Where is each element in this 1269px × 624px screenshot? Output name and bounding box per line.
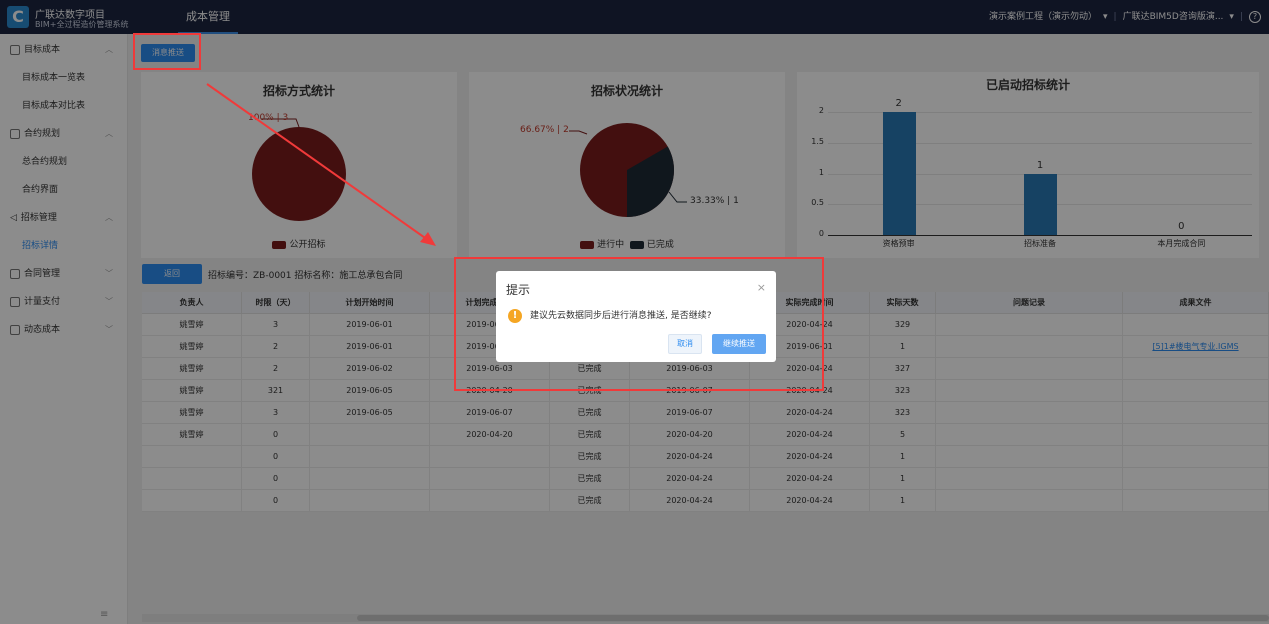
- annotation-highlight-push-button: [133, 33, 201, 70]
- cancel-button[interactable]: 取消: [668, 334, 702, 354]
- close-icon[interactable]: ×: [757, 281, 766, 294]
- dialog-message: 建议先云数据同步后进行消息推送, 是否继续?: [530, 311, 712, 321]
- app-root: C 广联达数字项目 BIM+全过程造价管理系统 成本管理 演示案例工程（演示勿动…: [0, 0, 1269, 624]
- warning-icon: !: [508, 309, 522, 323]
- confirm-dialog: 提示 × ! 建议先云数据同步后进行消息推送, 是否继续? 取消 继续推送: [496, 271, 776, 362]
- dialog-title: 提示: [506, 283, 531, 297]
- continue-push-button[interactable]: 继续推送: [712, 334, 766, 354]
